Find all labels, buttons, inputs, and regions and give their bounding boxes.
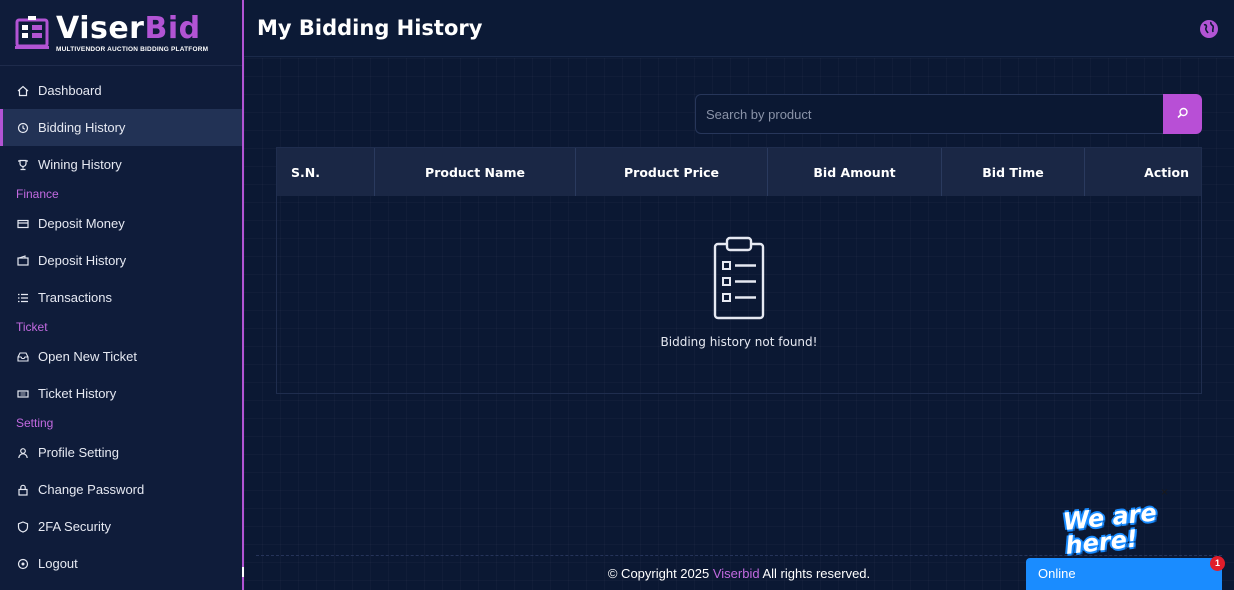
- ticket-icon: [16, 387, 30, 401]
- sidebar-item-label: Logout: [38, 556, 78, 571]
- sidebar-item-label: Open New Ticket: [38, 349, 137, 364]
- topbar: My Bidding History: [244, 0, 1234, 57]
- sidebar-item-label: Wining History: [38, 157, 122, 172]
- logo-icon: [12, 13, 52, 53]
- list-icon: [16, 291, 30, 305]
- sidebar-item-bidding-history[interactable]: Bidding History: [0, 109, 242, 146]
- lock-icon: [16, 483, 30, 497]
- user-icon: [16, 446, 30, 460]
- sidebar-item-deposit-history[interactable]: Deposit History: [0, 242, 242, 279]
- search-button[interactable]: [1163, 94, 1202, 134]
- column-header-bid-time: Bid Time: [942, 148, 1085, 196]
- inbox-icon: [16, 350, 30, 364]
- sidebar-item-label: Dashboard: [38, 83, 102, 98]
- page-title: My Bidding History: [257, 16, 483, 40]
- sidebar-item-dashboard[interactable]: Dashboard: [0, 72, 242, 109]
- chat-status-bar[interactable]: Online: [1026, 558, 1222, 590]
- sidebar-item-change-password[interactable]: Change Password: [0, 471, 242, 508]
- sidebar-item-deposit-money[interactable]: Deposit Money: [0, 205, 242, 242]
- sidebar-item-wining-history[interactable]: Wining History: [0, 146, 242, 183]
- chat-banner[interactable]: We are here!: [1062, 498, 1182, 560]
- logout-icon: [16, 557, 30, 571]
- copyright-prefix: © Copyright 2025: [607, 566, 710, 581]
- sidebar-item-label: Profile Setting: [38, 445, 119, 460]
- search-input[interactable]: [695, 94, 1163, 134]
- home-icon: [16, 84, 30, 98]
- sidebar-nav: Dashboard Bidding History Wining History…: [0, 72, 242, 582]
- search-icon: [1176, 106, 1190, 123]
- sidebar-scrollbar[interactable]: [242, 567, 244, 577]
- search-group: [695, 94, 1202, 134]
- sidebar: ViserBid MULTIVENDOR AUCTION BIDDING PLA…: [0, 0, 244, 590]
- globe-icon[interactable]: [1199, 19, 1219, 39]
- copyright-suffix: All rights reserved.: [762, 566, 871, 581]
- section-finance: Finance: [16, 187, 59, 201]
- sidebar-item-label: 2FA Security: [38, 519, 111, 534]
- sidebar-item-transactions[interactable]: Transactions: [0, 279, 242, 316]
- column-header-action: Action: [1144, 164, 1189, 180]
- sidebar-item-2fa-security[interactable]: 2FA Security: [0, 508, 242, 545]
- section-ticket: Ticket: [16, 320, 48, 334]
- column-header-product-price: Product Price: [576, 148, 768, 196]
- section-setting: Setting: [16, 416, 54, 430]
- sidebar-item-logout[interactable]: Logout: [0, 545, 242, 582]
- chat-close-button[interactable]: ×: [1161, 485, 1168, 499]
- brand-tagline: MULTIVENDOR AUCTION BIDDING PLATFORM: [56, 45, 209, 53]
- credit-card-icon: [16, 217, 30, 231]
- history-icon: [16, 121, 30, 135]
- shield-icon: [16, 520, 30, 534]
- empty-message: Bidding history not found!: [660, 335, 818, 349]
- brand-name: ViserBid: [56, 10, 201, 46]
- wallet-icon: [16, 254, 30, 268]
- brand-logo[interactable]: ViserBid MULTIVENDOR AUCTION BIDDING PLA…: [0, 0, 242, 66]
- column-header-bid-amount: Bid Amount: [768, 148, 942, 196]
- clipboard-icon: [711, 236, 767, 325]
- sidebar-item-open-new-ticket[interactable]: Open New Ticket: [0, 338, 242, 375]
- sidebar-item-label: Deposit History: [38, 253, 127, 268]
- trophy-icon: [16, 158, 30, 172]
- sidebar-item-label: Ticket History: [38, 386, 117, 401]
- sidebar-item-label: Change Password: [38, 482, 145, 497]
- sidebar-item-label: Bidding History: [38, 120, 126, 135]
- sidebar-item-ticket-history[interactable]: Ticket History: [0, 375, 242, 412]
- column-header-product-name: Product Name: [375, 148, 576, 196]
- bidding-history-table: S.N. Product Name Product Price Bid Amou…: [276, 147, 1202, 394]
- table-header: S.N. Product Name Product Price Bid Amou…: [277, 148, 1201, 196]
- sidebar-item-profile-setting[interactable]: Profile Setting: [0, 434, 242, 471]
- column-header-sn: S.N.: [277, 148, 375, 196]
- empty-state: Bidding history not found!: [277, 196, 1201, 393]
- chat-notification-badge: 1: [1210, 556, 1225, 571]
- sidebar-item-label: Deposit Money: [38, 216, 125, 231]
- footer-brand-link[interactable]: Viserbid: [713, 566, 760, 581]
- sidebar-item-label: Transactions: [38, 290, 112, 305]
